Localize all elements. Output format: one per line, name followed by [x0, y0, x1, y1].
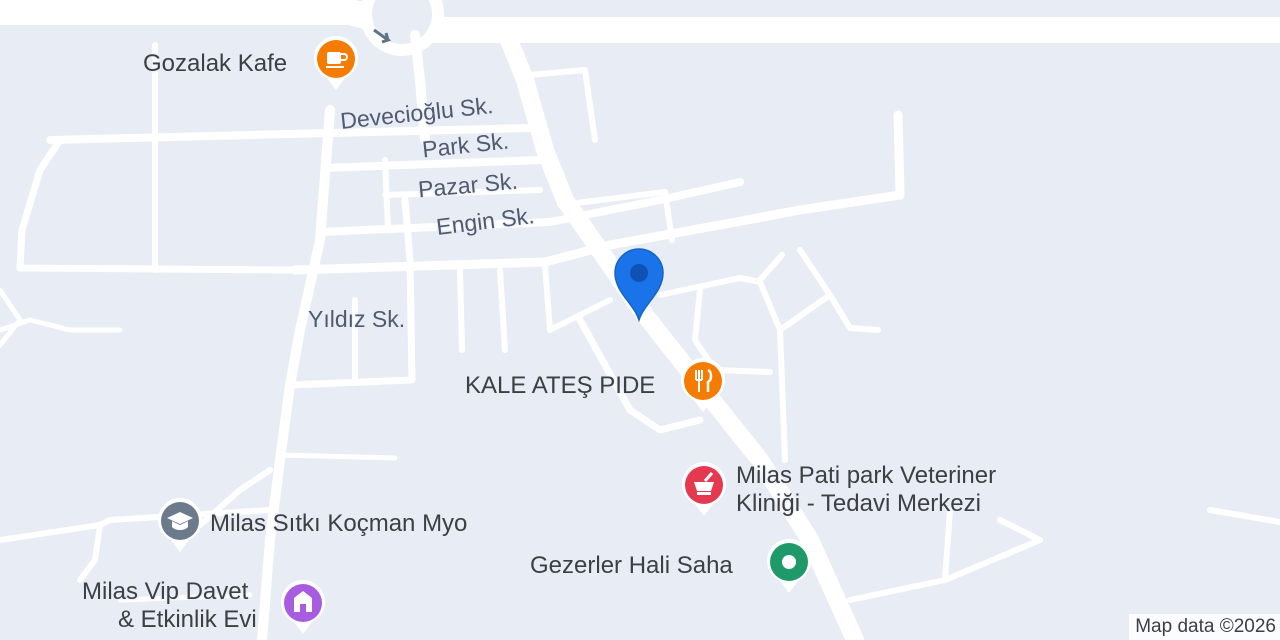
map-attribution: Map data ©2026 [1129, 614, 1280, 640]
poi-label-milas-sitki-kocman-myo[interactable]: Milas Sıtkı Koçman Myo [210, 511, 467, 537]
poi-label-vet-line2[interactable]: Kliniği - Tedavi Merkezi [736, 491, 981, 517]
poi-label-gezerler-hali-saha[interactable]: Gezerler Hali Saha [530, 553, 733, 579]
poi-label-gozalak-kafe[interactable]: Gozalak Kafe [143, 51, 287, 77]
street-label-yildiz: Yıldız Sk. [308, 306, 406, 332]
mortar-pestle-icon[interactable] [681, 460, 727, 518]
event-hall-icon[interactable] [280, 578, 326, 636]
poi-label-vip-line1[interactable]: Milas Vip Davet [82, 579, 248, 605]
poi-label-kale-ates-pide[interactable]: KALE ATEŞ PIDE [465, 373, 655, 399]
poi-label-vet-line1[interactable]: Milas Pati park Veteriner [736, 463, 996, 489]
coffee-cup-icon[interactable] [313, 34, 359, 92]
green-dot-icon[interactable] [766, 537, 812, 595]
location-pin-icon[interactable] [612, 246, 666, 322]
graduation-cap-icon[interactable] [157, 496, 203, 554]
fork-knife-icon[interactable] [680, 356, 726, 414]
poi-label-vip-line2[interactable]: & Etkinlik Evi [118, 607, 257, 633]
